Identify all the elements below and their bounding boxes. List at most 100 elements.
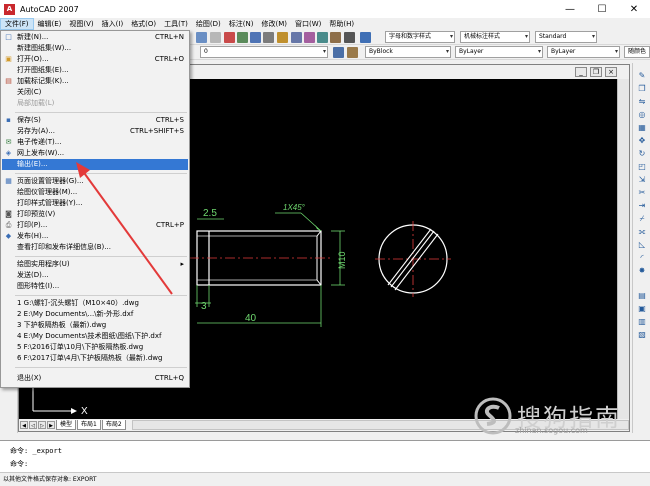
markup-icon: ▤ bbox=[5, 77, 12, 85]
menu-item-recent-2[interactable]: 2 E:\My Documents\...\新-外形.dxf bbox=[2, 309, 188, 320]
extend-icon[interactable]: ⇥ bbox=[637, 201, 647, 210]
drawing-vertical-scrollbar[interactable] bbox=[617, 79, 629, 419]
chamfer-icon[interactable]: ◺ bbox=[637, 240, 647, 249]
menu-item-recent-4[interactable]: 4 E:\My Documents\技术图纸\图纸\下护.dxf bbox=[2, 331, 188, 342]
tab-nav-first[interactable]: ◀ bbox=[20, 421, 28, 429]
menu-dimension[interactable]: 标注(N) bbox=[225, 19, 258, 29]
design-center-icon[interactable] bbox=[291, 32, 302, 43]
lineweight-combo[interactable]: ByLayer ▾ bbox=[547, 46, 620, 58]
maximize-button[interactable]: ☐ bbox=[586, 0, 618, 18]
tab-model[interactable]: 模型 bbox=[56, 420, 77, 430]
tab-nav-next[interactable]: ▷ bbox=[38, 421, 46, 429]
rotate-icon[interactable]: ↻ bbox=[637, 149, 647, 158]
autocad-app-icon: A bbox=[4, 3, 15, 15]
color-combo[interactable]: ByBlock ▾ bbox=[365, 46, 451, 58]
text-style-combo[interactable]: 字母和数字样式 ▾ bbox=[385, 31, 455, 43]
dim-diameter-icon[interactable]: ▧ bbox=[637, 330, 647, 339]
menu-item-recent-1[interactable]: 1 G:\螺钉-沉头螺钉（M10×40）.dwg bbox=[2, 298, 188, 309]
array-icon[interactable]: ▦ bbox=[637, 123, 647, 132]
linetype-combo[interactable]: ByLayer ▾ bbox=[455, 46, 543, 58]
menu-tools[interactable]: 工具(T) bbox=[160, 19, 192, 29]
tool-palettes-icon[interactable] bbox=[304, 32, 315, 43]
menu-item-recent-3[interactable]: 3 下护板隔热板（最新).dwg bbox=[2, 320, 188, 331]
zoom-window-icon[interactable] bbox=[250, 32, 261, 43]
menu-view[interactable]: 视图(V) bbox=[65, 19, 97, 29]
make-layer-current-icon[interactable] bbox=[333, 47, 344, 58]
menu-item-load-markup[interactable]: ▤ 加载标记集(K)... bbox=[2, 76, 188, 87]
command-window: 命令: _export 命令: bbox=[0, 440, 650, 472]
status-bar: 以其他文件格式保存对象: EXPORT bbox=[0, 472, 650, 486]
layer-combo[interactable]: 0 ▾ bbox=[200, 46, 328, 58]
tab-layout2[interactable]: 布局2 bbox=[101, 420, 126, 430]
sogou-logo-icon bbox=[474, 397, 512, 435]
menu-item-close[interactable]: 关闭(C) bbox=[2, 87, 188, 98]
menu-item-new[interactable]: □ 新建(N)... CTRL+N bbox=[2, 32, 188, 43]
offset-icon[interactable]: ◎ bbox=[637, 110, 647, 119]
menu-item-recent-5[interactable]: 5 F:\2016订单\10月\下护板隔热板.dwg bbox=[2, 342, 188, 353]
tab-layout1[interactable]: 布局1 bbox=[77, 420, 101, 430]
break-icon[interactable]: ⌿ bbox=[637, 214, 647, 223]
dim-text-3: 3 bbox=[201, 301, 207, 312]
fillet-icon[interactable]: ◜ bbox=[637, 253, 647, 262]
join-icon[interactable]: ⟗ bbox=[637, 227, 647, 236]
stretch-icon[interactable]: ⇲ bbox=[637, 175, 647, 184]
mirror-icon[interactable]: ⇋ bbox=[637, 97, 647, 106]
redo-icon[interactable] bbox=[210, 32, 221, 43]
tab-nav-last[interactable]: ▶ bbox=[47, 421, 55, 429]
menu-item-recent-6[interactable]: 6 F:\2017订单\4月\下护板隔热板（最新).dwg bbox=[2, 353, 188, 364]
dim-linear-icon[interactable]: ▤ bbox=[637, 291, 647, 300]
menu-modify[interactable]: 修改(M) bbox=[257, 19, 291, 29]
menu-draw[interactable]: 绘图(D) bbox=[192, 19, 225, 29]
move-icon[interactable]: ✥ bbox=[637, 136, 647, 145]
zoom-realtime-icon[interactable] bbox=[237, 32, 248, 43]
plot-style-combo[interactable]: 随颜色 bbox=[624, 46, 650, 58]
markup-icon[interactable] bbox=[330, 32, 341, 43]
menu-item-open-sheet-set[interactable]: 打开图纸集(E)... bbox=[2, 65, 188, 76]
save-icon: ▪ bbox=[6, 116, 11, 124]
minimize-button[interactable]: — bbox=[554, 0, 586, 18]
sheet-set-icon[interactable] bbox=[317, 32, 328, 43]
drawing-close-button[interactable]: × bbox=[605, 67, 617, 77]
menu-help[interactable]: 帮助(H) bbox=[325, 19, 358, 29]
menu-item-exit[interactable]: 退出(X) CTRL+Q bbox=[2, 373, 188, 384]
menu-item-new-sheet-set[interactable]: 新建图纸集(W)... bbox=[2, 43, 188, 54]
calculator-icon[interactable] bbox=[344, 32, 355, 43]
menu-insert[interactable]: 插入(I) bbox=[98, 19, 128, 29]
menu-window[interactable]: 窗口(W) bbox=[291, 19, 325, 29]
menu-item-save-as[interactable]: 另存为(A)... CTRL+SHIFT+S bbox=[2, 126, 188, 137]
table-style-combo[interactable]: Standard ▾ bbox=[535, 31, 597, 43]
menu-format[interactable]: 格式(O) bbox=[127, 19, 160, 29]
menu-item-save[interactable]: ▪ 保存(S) CTRL+S bbox=[2, 115, 188, 126]
menu-file[interactable]: 文件(F) bbox=[0, 18, 34, 30]
dim-aligned-icon[interactable]: ▣ bbox=[637, 304, 647, 313]
properties-icon[interactable] bbox=[277, 32, 288, 43]
menu-bar: 文件(F) 编辑(E) 视图(V) 插入(I) 格式(O) 工具(T) 绘图(D… bbox=[0, 18, 650, 30]
trim-icon[interactable]: ✂ bbox=[637, 188, 647, 197]
window-title: AutoCAD 2007 bbox=[20, 4, 79, 14]
close-button[interactable]: ✕ bbox=[618, 0, 650, 18]
help-icon[interactable] bbox=[360, 32, 371, 43]
dim-style-combo[interactable]: 机械标注样式 ▾ bbox=[460, 31, 530, 43]
tab-nav-prev[interactable]: ◁ bbox=[29, 421, 37, 429]
command-prompt[interactable]: 命令: bbox=[10, 459, 28, 469]
menu-item-open[interactable]: ▣ 打开(O)... CTRL+O bbox=[2, 54, 188, 65]
menu-separator bbox=[15, 112, 187, 113]
annotation-arrow bbox=[76, 162, 173, 295]
dim-text-m10: M10 bbox=[337, 251, 347, 269]
erase-icon[interactable]: ✎ bbox=[637, 71, 647, 80]
menu-item-partial-load: 局部加载(L) bbox=[17, 99, 55, 107]
pan-icon[interactable] bbox=[224, 32, 235, 43]
print-preview-icon: ◙ bbox=[5, 210, 12, 218]
copy-icon[interactable]: ❐ bbox=[637, 84, 647, 93]
explode-icon[interactable]: ✸ bbox=[637, 266, 647, 275]
undo-icon[interactable] bbox=[196, 32, 207, 43]
drawing-minimize-button[interactable]: _ bbox=[575, 67, 587, 77]
layer-previous-icon[interactable] bbox=[347, 47, 358, 58]
menu-item-etransmit[interactable]: ✉ 电子传递(T)... bbox=[2, 137, 188, 148]
drawing-restore-button[interactable]: ❐ bbox=[590, 67, 602, 77]
dim-radius-icon[interactable]: ▥ bbox=[637, 317, 647, 326]
scale-icon[interactable]: ◰ bbox=[637, 162, 647, 171]
watermark-url: zhinan.sogou.com bbox=[515, 426, 588, 435]
zoom-previous-icon[interactable] bbox=[263, 32, 274, 43]
menu-edit[interactable]: 编辑(E) bbox=[34, 19, 66, 29]
